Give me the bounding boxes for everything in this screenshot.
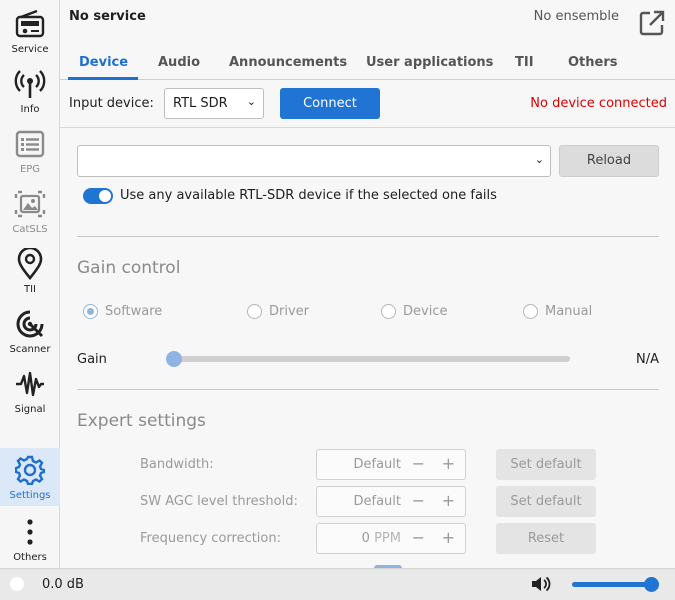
expert-settings-title: Expert settings: [77, 411, 206, 431]
tab-announcements[interactable]: Announcements: [229, 55, 347, 70]
gain-mode-manual[interactable]: Manual: [523, 303, 592, 319]
tab-device[interactable]: Device: [79, 55, 128, 70]
gear-icon: [12, 452, 48, 488]
divider: [77, 389, 659, 390]
input-device-label: Input device:: [69, 96, 154, 111]
minus-icon[interactable]: −: [412, 528, 425, 547]
volume-slider[interactable]: [572, 582, 652, 587]
gain-label: Gain: [77, 352, 107, 367]
scanner-icon: [12, 306, 48, 342]
plus-icon[interactable]: +: [442, 528, 455, 547]
sidebar-item-label: Settings: [9, 490, 51, 501]
more-vertical-icon: [12, 514, 48, 550]
spin-value: Default: [353, 494, 402, 509]
volume-slider-handle[interactable]: [644, 577, 659, 592]
gain-slider[interactable]: [174, 356, 570, 362]
volume-icon[interactable]: [531, 575, 551, 593]
spin-value: Default: [353, 457, 402, 472]
chevron-down-icon: ⌄: [246, 95, 256, 108]
input-device-value: RTL SDR: [173, 96, 228, 111]
sidebar-item-label: Scanner: [9, 344, 51, 355]
device-row: Input device: RTL SDR ⌄ Connect No devic…: [60, 80, 675, 128]
radio-icon: [12, 6, 48, 42]
status-bar: 0.0 dB: [0, 568, 675, 600]
tab-tii[interactable]: TII: [515, 55, 534, 70]
fallback-device-label: Use any available RTL-SDR device if the …: [120, 188, 497, 203]
frequency-correction-label: Frequency correction:: [140, 531, 281, 546]
service-name: No service: [69, 9, 146, 24]
gain-mode-device[interactable]: Device: [381, 303, 447, 319]
radio-label: Manual: [545, 303, 593, 319]
fallback-device-toggle[interactable]: [83, 188, 113, 204]
minus-icon[interactable]: −: [412, 454, 425, 473]
spin-value: 0 PPM: [361, 531, 401, 546]
sidebar-item-tii[interactable]: TII: [0, 242, 60, 300]
rtl-device-select[interactable]: ⌄: [77, 145, 551, 177]
signal-wave-icon: [12, 366, 48, 402]
radio-circle: [381, 303, 396, 319]
sidebar-item-label: CatSLS: [12, 224, 48, 235]
sidebar-item-label: EPG: [19, 164, 41, 175]
sidebar-item-signal[interactable]: Signal: [0, 362, 60, 420]
radio-label: Software: [105, 303, 163, 319]
antenna-icon: [12, 66, 48, 102]
sidebar-item-label: Info: [20, 104, 40, 115]
sync-status-icon: [10, 577, 24, 591]
minus-icon[interactable]: −: [412, 491, 425, 510]
input-device-select[interactable]: RTL SDR ⌄: [164, 88, 264, 119]
header: No service No ensemble Device Audio Anno…: [60, 0, 675, 80]
tab-others[interactable]: Others: [568, 55, 618, 70]
sidebar-item-service[interactable]: Service: [0, 2, 60, 60]
chevron-down-icon: ⌄: [534, 153, 544, 166]
agc-set-default-button[interactable]: Set default: [496, 486, 596, 517]
list-icon: [12, 126, 48, 162]
bandwidth-set-default-button[interactable]: Set default: [496, 449, 596, 480]
sidebar-item-label: Service: [11, 44, 49, 55]
snr-value: 0.0 dB: [42, 577, 84, 592]
sidebar-item-catsls[interactable]: CatSLS: [0, 182, 60, 240]
bandwidth-spinbox[interactable]: Default − +: [316, 449, 466, 480]
plus-icon[interactable]: +: [442, 491, 455, 510]
agc-threshold-label: SW AGC level threshold:: [140, 494, 298, 509]
sidebar: Service Info EPG CatSLS TII Scanner Sign…: [0, 0, 60, 568]
sidebar-item-others[interactable]: Others: [0, 510, 60, 568]
ensemble-name: No ensemble: [533, 9, 619, 24]
sidebar-item-scanner[interactable]: Scanner: [0, 302, 60, 360]
image-icon: [12, 186, 48, 222]
radio-circle: [83, 303, 98, 319]
connection-status: No device connected: [530, 96, 667, 111]
gain-control-title: Gain control: [77, 258, 181, 278]
reload-button[interactable]: Reload: [559, 145, 659, 177]
frequency-reset-button[interactable]: Reset: [496, 523, 596, 554]
sidebar-item-label: TII: [23, 284, 36, 295]
connect-button[interactable]: Connect: [280, 88, 380, 119]
radio-circle: [247, 303, 262, 319]
sidebar-item-info[interactable]: Info: [0, 62, 60, 120]
sidebar-item-label: Others: [13, 552, 47, 563]
gain-mode-software[interactable]: Software: [83, 303, 162, 319]
gain-value: N/A: [636, 352, 659, 367]
sidebar-item-epg[interactable]: EPG: [0, 122, 60, 180]
plus-icon[interactable]: +: [442, 454, 455, 473]
radio-label: Driver: [269, 303, 310, 319]
sidebar-item-label: Signal: [14, 404, 46, 415]
tab-audio[interactable]: Audio: [158, 55, 200, 70]
sidebar-item-settings[interactable]: Settings: [0, 448, 60, 506]
gain-mode-driver[interactable]: Driver: [247, 303, 309, 319]
gain-slider-handle[interactable]: [166, 351, 182, 367]
agc-threshold-spinbox[interactable]: Default − +: [316, 486, 466, 517]
radio-label: Device: [403, 303, 448, 319]
tab-user-applications[interactable]: User applications: [366, 55, 493, 70]
frequency-correction-spinbox[interactable]: 0 PPM − +: [316, 523, 466, 554]
settings-tabs: Device Audio Announcements User applicat…: [60, 46, 675, 80]
open-external-icon[interactable]: [639, 10, 665, 36]
radio-circle: [523, 303, 538, 319]
map-pin-icon: [12, 246, 48, 282]
divider: [77, 236, 659, 237]
toggle-knob: [99, 190, 111, 202]
bandwidth-label: Bandwidth:: [140, 457, 214, 472]
device-settings-panel: ⌄ Reload Use any available RTL-SDR devic…: [60, 129, 675, 568]
